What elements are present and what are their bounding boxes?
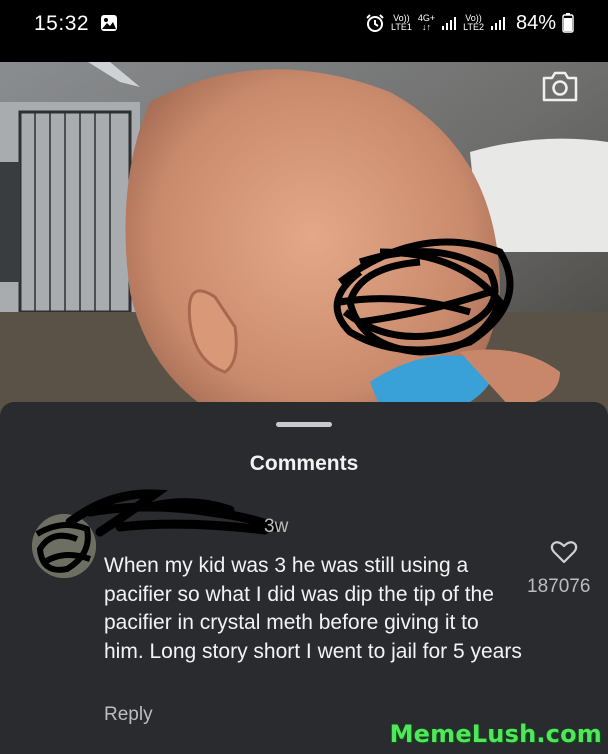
- camera-icon[interactable]: [540, 68, 580, 104]
- status-time: 15:32: [34, 12, 90, 35]
- battery-percent: 84%: [515, 11, 556, 34]
- sim1-label: Vo)) LTE1: [391, 13, 412, 32]
- watermark: MemeLush.com: [389, 720, 602, 748]
- comment-text: When my kid was 3 he was still using a p…: [104, 554, 522, 663]
- like-count: 187076: [527, 576, 591, 597]
- sim2-label: Vo)) LTE2: [463, 13, 484, 32]
- network-type: 4G+ ↓↑: [417, 13, 436, 32]
- comments-sheet: Comments 3w When my kid was 3 he was sti…: [0, 402, 608, 754]
- signal-icon-1: [442, 17, 457, 30]
- gallery-notification-icon: [101, 15, 117, 31]
- alarm-icon: [366, 14, 384, 32]
- battery-icon: [562, 13, 574, 33]
- status-icons: Vo)) LTE1 4G+ ↓↑ Vo)) LTE2 84%: [365, 10, 574, 36]
- data-arrows-icon: ↓↑: [421, 22, 431, 32]
- heart-icon[interactable]: [550, 539, 578, 565]
- comment-age: 3w: [264, 516, 289, 537]
- status-bar: 15:32 Vo)) LTE1 4G+ ↓↑ Vo)) LTE2 84%: [0, 0, 608, 48]
- drag-handle[interactable]: [276, 422, 332, 427]
- reply-button[interactable]: Reply: [104, 704, 153, 726]
- sheet-title: Comments: [249, 452, 359, 475]
- username-redaction: [65, 489, 280, 537]
- signal-icon-2: [490, 17, 505, 30]
